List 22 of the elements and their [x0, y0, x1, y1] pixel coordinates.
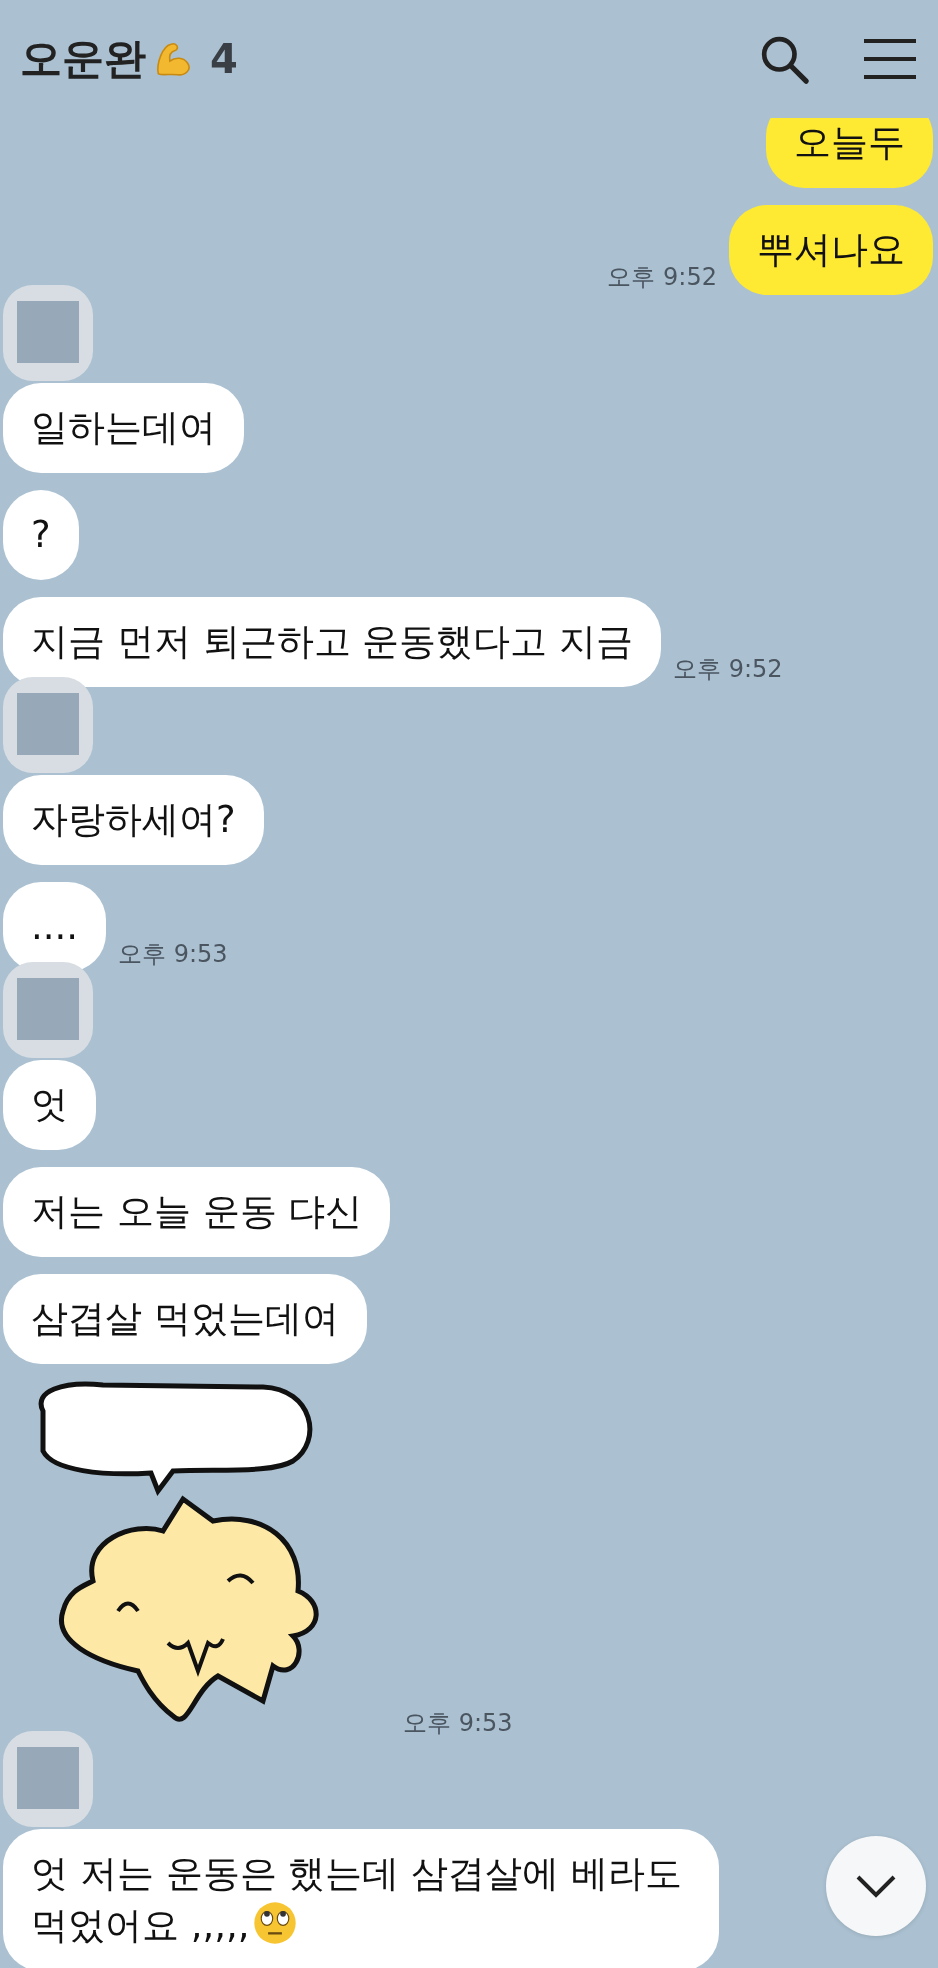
- message-bubble: ?: [3, 490, 79, 580]
- message-bubble: 삼겹살 먹었는데여: [3, 1274, 367, 1364]
- avatar-icon[interactable]: [3, 1731, 93, 1827]
- message-bubble: 뿌셔나요: [729, 205, 933, 295]
- message-bubble: 엇 저는 운동은 했는데 삼겹살에 베라도 먹었어요 ,,,,,: [3, 1829, 719, 1968]
- message-bubble: 저는 오늘 운동 댜신: [3, 1167, 391, 1257]
- message-bubble: 엇: [3, 1060, 96, 1150]
- message-bubble: 지금 먼저 퇴근하고 운동했다고 지금: [3, 597, 662, 687]
- avatar-icon[interactable]: [3, 285, 93, 381]
- message-bubble: 오늘두: [766, 118, 933, 188]
- avatar-icon[interactable]: [3, 677, 93, 773]
- chat-title: 오운완: [20, 33, 146, 85]
- message-bubble: 자랑하세여?: [3, 775, 264, 865]
- message-time: 오후 9:53: [118, 939, 228, 970]
- chevron-down-icon: [855, 1873, 897, 1899]
- message-bubble: 일하는데여: [3, 383, 244, 473]
- message-time: 오후 9:52: [607, 262, 717, 293]
- avatar-icon[interactable]: [3, 962, 93, 1058]
- member-count: 4: [210, 36, 238, 82]
- message-time: 오후 9:52: [673, 654, 783, 685]
- message-bubble: ....: [3, 882, 107, 972]
- message-time: 오후 9:53: [403, 1708, 513, 1739]
